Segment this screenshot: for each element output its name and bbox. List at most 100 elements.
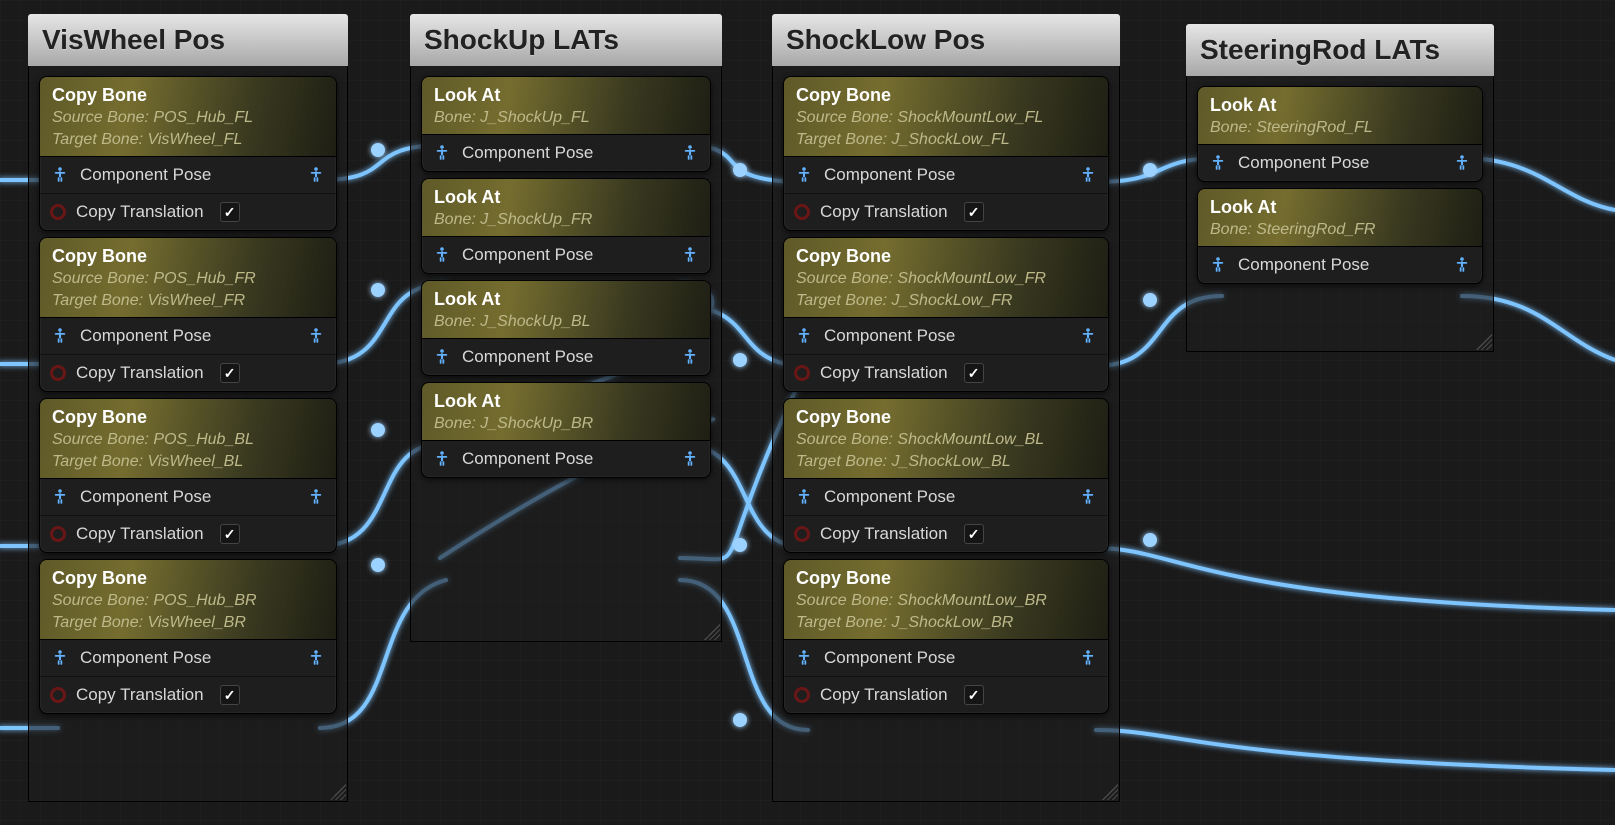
- comment-body[interactable]: Look AtBone: J_ShockUp_FLComponent PoseL…: [410, 66, 722, 642]
- lookat-node[interactable]: Look AtBone: J_ShockUp_BR Component Pose: [421, 382, 711, 478]
- bool-pin-icon[interactable]: [794, 204, 810, 220]
- comment-body[interactable]: Copy BoneSource Bone: ShockMountLow_FLTa…: [772, 66, 1120, 802]
- lookat-node[interactable]: Look AtBone: SteeringRod_FLComponent Pos…: [1197, 86, 1483, 182]
- node-header[interactable]: Copy BoneSource Bone: ShockMountLow_FRTa…: [784, 238, 1108, 318]
- pose-pin-in-icon[interactable]: [794, 326, 814, 346]
- node-header[interactable]: Look AtBone: J_ShockUp_BR: [422, 383, 710, 441]
- copy-translation-checkbox[interactable]: [220, 202, 240, 222]
- node-header[interactable]: Copy BoneSource Bone: POS_Hub_FLTarget B…: [40, 77, 336, 157]
- lookat-node[interactable]: Look AtBone: SteeringRod_FR Component Pos…: [1197, 188, 1483, 284]
- resize-grip-icon[interactable]: [1476, 334, 1492, 350]
- copybone-node[interactable]: Copy BoneSource Bone: POS_Hub_BLTarget B…: [39, 398, 337, 553]
- pose-pin-in-icon[interactable]: [432, 449, 452, 469]
- bool-pin-icon[interactable]: [794, 526, 810, 542]
- component-pose-row: Component Pose: [784, 640, 1108, 676]
- pose-pin-out-icon[interactable]: [1452, 255, 1472, 275]
- node-header[interactable]: Copy BoneSource Bone: POS_Hub_BLTarget B…: [40, 399, 336, 479]
- copybone-node[interactable]: Copy BoneSource Bone: POS_Hub_FRTarget B…: [39, 237, 337, 392]
- copy-translation-checkbox[interactable]: [220, 524, 240, 544]
- bool-pin-icon[interactable]: [50, 526, 66, 542]
- pose-pin-out-icon[interactable]: [680, 347, 700, 367]
- pose-pin-out-icon[interactable]: [306, 165, 326, 185]
- pose-pin-out-icon[interactable]: [1078, 487, 1098, 507]
- copybone-node[interactable]: Copy BoneSource Bone: ShockMountLow_FRTa…: [783, 237, 1109, 392]
- node-title: Copy Bone: [796, 407, 1096, 428]
- node-title: Copy Bone: [52, 85, 324, 106]
- pose-pin-in-icon[interactable]: [50, 165, 70, 185]
- bool-pin-icon[interactable]: [794, 687, 810, 703]
- node-header[interactable]: Copy BoneSource Bone: ShockMountLow_BLTa…: [784, 399, 1108, 479]
- resize-grip-icon[interactable]: [330, 784, 346, 800]
- node-header[interactable]: Look AtBone: J_ShockUp_FR: [422, 179, 710, 237]
- copybone-node[interactable]: Copy BoneSource Bone: ShockMountLow_FLTa…: [783, 76, 1109, 231]
- pose-pin-in-icon[interactable]: [50, 648, 70, 668]
- node-header[interactable]: Look AtBone: J_ShockUp_FL: [422, 77, 710, 135]
- copybone-node[interactable]: Copy BoneSource Bone: ShockMountLow_BLTa…: [783, 398, 1109, 553]
- copy-translation-checkbox[interactable]: [220, 685, 240, 705]
- copy-translation-checkbox[interactable]: [964, 685, 984, 705]
- copy-translation-checkbox[interactable]: [964, 363, 984, 383]
- pose-pin-out-icon[interactable]: [1078, 165, 1098, 185]
- pose-pin-in-icon[interactable]: [794, 165, 814, 185]
- pose-pin-in-icon[interactable]: [432, 245, 452, 265]
- pose-pin-out-icon[interactable]: [680, 245, 700, 265]
- pose-pin-out-icon[interactable]: [1078, 326, 1098, 346]
- copybone-node[interactable]: Copy BoneSource Bone: ShockMountLow_BRTa…: [783, 559, 1109, 714]
- node-header[interactable]: Look AtBone: SteeringRod_FR: [1198, 189, 1482, 247]
- comment-body[interactable]: Copy BoneSource Bone: POS_Hub_FLTarget B…: [28, 66, 348, 802]
- comment-box[interactable]: ShockLow Pos Copy BoneSource Bone: ShockM…: [772, 14, 1120, 802]
- bool-pin-icon[interactable]: [50, 687, 66, 703]
- node-title: Look At: [1210, 197, 1470, 218]
- node-header[interactable]: Look AtBone: J_ShockUp_BL: [422, 281, 710, 339]
- lookat-node[interactable]: Look AtBone: J_ShockUp_FLComponent Pose: [421, 76, 711, 172]
- pose-pin-in-icon[interactable]: [1208, 153, 1228, 173]
- pose-pin-in-icon[interactable]: [794, 487, 814, 507]
- bool-pin-icon[interactable]: [50, 365, 66, 381]
- resize-grip-icon[interactable]: [704, 624, 720, 640]
- pose-pin-out-icon[interactable]: [1452, 153, 1472, 173]
- pose-pin-out-icon[interactable]: [306, 326, 326, 346]
- component-pose-label: Component Pose: [824, 326, 955, 346]
- resize-grip-icon[interactable]: [1102, 784, 1118, 800]
- node-header[interactable]: Copy BoneSource Bone: POS_Hub_BRTarget B…: [40, 560, 336, 640]
- copybone-node[interactable]: Copy BoneSource Bone: POS_Hub_BRTarget B…: [39, 559, 337, 714]
- pose-pin-out-icon[interactable]: [680, 449, 700, 469]
- component-pose-label: Component Pose: [1238, 255, 1369, 275]
- bool-pin-icon[interactable]: [794, 365, 810, 381]
- node-header[interactable]: Copy BoneSource Bone: ShockMountLow_BRTa…: [784, 560, 1108, 640]
- pose-pin-in-icon[interactable]: [50, 326, 70, 346]
- copy-translation-checkbox[interactable]: [964, 524, 984, 544]
- node-header[interactable]: Copy BoneSource Bone: ShockMountLow_FLTa…: [784, 77, 1108, 157]
- comment-box[interactable]: SteeringRod LATs Look AtBone: SteeringRod…: [1186, 24, 1494, 352]
- lookat-node[interactable]: Look AtBone: J_ShockUp_FRComponent Pose: [421, 178, 711, 274]
- pose-pin-in-icon[interactable]: [1208, 255, 1228, 275]
- comment-title[interactable]: SteeringRod LATs: [1186, 24, 1494, 76]
- comment-title[interactable]: VisWheel Pos: [28, 14, 348, 66]
- copy-translation-checkbox[interactable]: [964, 202, 984, 222]
- pose-pin-in-icon[interactable]: [432, 347, 452, 367]
- comment-box[interactable]: VisWheel Pos Copy BoneSource Bone: POS_Hu…: [28, 14, 348, 802]
- component-pose-row: Component Pose: [422, 237, 710, 273]
- node-header[interactable]: Look AtBone: SteeringRod_FL: [1198, 87, 1482, 145]
- bool-pin-icon[interactable]: [50, 204, 66, 220]
- copy-translation-row: Copy Translation: [40, 515, 336, 552]
- component-pose-row: Component Pose: [422, 339, 710, 375]
- pose-pin-in-icon[interactable]: [50, 487, 70, 507]
- node-header[interactable]: Copy BoneSource Bone: POS_Hub_FRTarget B…: [40, 238, 336, 318]
- comment-box[interactable]: ShockUp LATsLook AtBone: J_ShockUp_FLCom…: [410, 14, 722, 642]
- pose-pin-out-icon[interactable]: [306, 648, 326, 668]
- copy-translation-checkbox[interactable]: [220, 363, 240, 383]
- comment-body[interactable]: Look AtBone: SteeringRod_FL Component Pos…: [1186, 76, 1494, 352]
- pose-pin-in-icon[interactable]: [794, 648, 814, 668]
- component-pose-row: Component Pose: [1198, 247, 1482, 283]
- comment-title[interactable]: ShockUp LATs: [410, 14, 722, 66]
- comment-title[interactable]: ShockLow Pos: [772, 14, 1120, 66]
- component-pose-label: Component Pose: [462, 449, 593, 469]
- pose-pin-out-icon[interactable]: [1078, 648, 1098, 668]
- copybone-node[interactable]: Copy BoneSource Bone: POS_Hub_FLTarget B…: [39, 76, 337, 231]
- node-subtitle: Bone: J_ShockUp_FR: [434, 210, 698, 230]
- pose-pin-in-icon[interactable]: [432, 143, 452, 163]
- pose-pin-out-icon[interactable]: [306, 487, 326, 507]
- lookat-node[interactable]: Look AtBone: J_ShockUp_BLComponent Pose: [421, 280, 711, 376]
- pose-pin-out-icon[interactable]: [680, 143, 700, 163]
